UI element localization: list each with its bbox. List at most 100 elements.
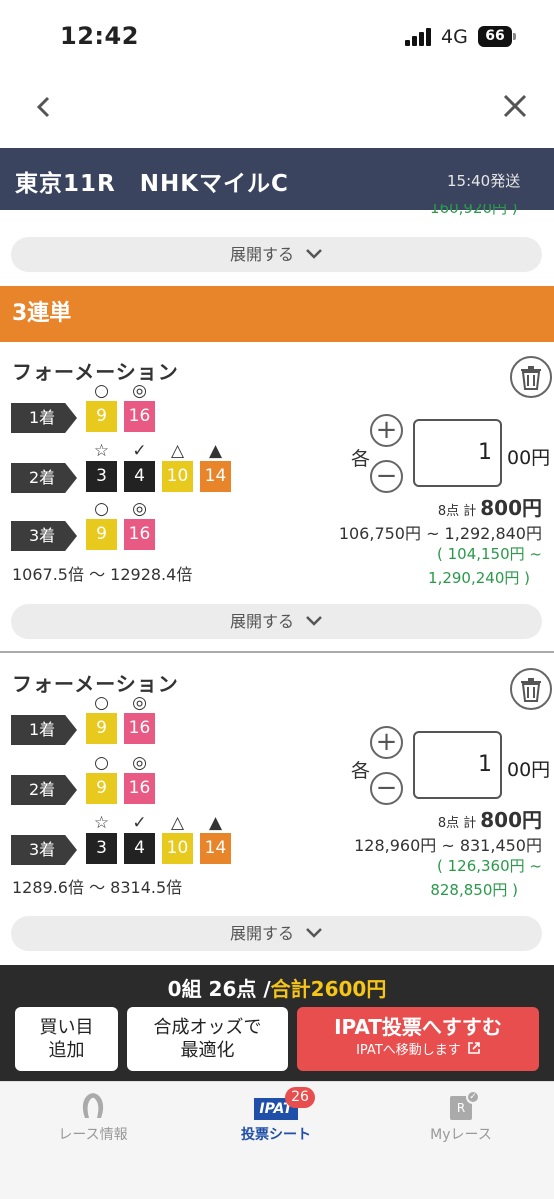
tab-bet-sheet[interactable]: IPAT 投票シート	[216, 1092, 336, 1144]
horse-mark: ☆	[93, 813, 110, 833]
section-title: 3連単	[0, 286, 554, 342]
horse-number: 10	[162, 461, 193, 492]
horse-number: 14	[200, 833, 231, 864]
payout-range: 106,750円 ~ 1,292,840円	[338, 524, 542, 543]
horse-mark: ○	[94, 381, 109, 401]
check-icon: ✓	[466, 1090, 480, 1104]
position-label: 3着	[11, 521, 77, 551]
optimize-button[interactable]: 合成オッズで 最適化	[127, 1007, 288, 1071]
minus-icon[interactable]: −	[370, 460, 403, 493]
chevron-down-icon	[306, 616, 322, 626]
horse-number: 9	[86, 713, 117, 744]
points-label: 8点 計	[437, 504, 477, 519]
bet-footer: 0組 26点 /合計2600円 買い目 追加 合成オッズで 最適化 IPAT投票…	[0, 965, 554, 1081]
horse-number: 16	[124, 519, 155, 550]
horse-mark: ◎	[132, 499, 147, 519]
clipped-payout: 160,920円 )	[430, 204, 518, 217]
points-total: 8点 計 800円	[438, 804, 542, 833]
tab-my-race[interactable]: R ✓ Myレース	[401, 1090, 521, 1144]
horse-number: 16	[124, 713, 155, 744]
position-label: 1着	[11, 715, 77, 745]
points-label: 8点 計	[437, 816, 477, 831]
amount-input[interactable]: 1	[413, 731, 502, 799]
optimize-label: 最適化	[180, 1040, 235, 1061]
expand-label: 展開する	[229, 924, 294, 943]
horse-mark: ✓	[132, 441, 147, 461]
horse-mark: ☆	[93, 441, 110, 461]
expand-button[interactable]: 展開する	[11, 916, 542, 951]
horse-number: 9	[86, 401, 117, 432]
horse-mark: ▲	[208, 441, 223, 461]
horse-number: 9	[86, 519, 117, 550]
external-link-icon	[468, 1042, 480, 1054]
nav-bar	[0, 75, 554, 145]
tab-label: Myレース	[430, 1127, 492, 1143]
total-amount: 800円	[480, 808, 542, 832]
horse-mark: ○	[94, 499, 109, 519]
back-chevron-icon[interactable]	[30, 93, 58, 121]
position-label: 1着	[11, 403, 77, 433]
battery-icon: 66	[478, 26, 516, 47]
bet-summary: 0組 26点 /合計2600円	[0, 973, 554, 1002]
horse-mark: △	[170, 813, 185, 833]
divider	[0, 651, 554, 653]
horse-mark: ○	[94, 693, 109, 713]
payout-range: 128,960円 ~ 831,450円	[354, 836, 542, 855]
post-time: 15:40発送	[447, 172, 521, 190]
ipat-button[interactable]: IPAT投票へすすむ IPATへ移動します	[297, 1007, 539, 1071]
summary-count: 0組 26点 /	[167, 977, 271, 1001]
amount-unit: 00円	[507, 759, 551, 781]
status-bar: 12:42 4G 66	[0, 0, 554, 75]
amount-unit: 00円	[507, 447, 551, 469]
horse-number: 14	[200, 461, 231, 492]
horse-number: 4	[124, 833, 155, 864]
total-amount: 800円	[480, 496, 542, 520]
ipat-sublabel: IPATへ移動します	[356, 1043, 461, 1058]
ipat-label: IPAT投票へすすむ	[334, 1015, 502, 1039]
network-type: 4G	[441, 26, 468, 48]
position-label: 3着	[11, 835, 77, 865]
trash-icon[interactable]	[510, 668, 552, 710]
expand-button[interactable]: 展開する	[11, 604, 542, 639]
payout-alt: ( 104,150円 ~	[437, 545, 542, 563]
horse-number: 3	[86, 461, 117, 492]
each-label: 各	[351, 448, 371, 470]
expand-label: 展開する	[229, 245, 294, 264]
add-bet-label: 買い目	[39, 1017, 94, 1038]
badge-count: 26	[285, 1087, 315, 1108]
race-header: 東京11R NHKマイルC 15:40発送	[0, 148, 554, 210]
horse-number: 3	[86, 833, 117, 864]
plus-icon[interactable]: +	[370, 414, 403, 447]
horse-mark: △	[170, 441, 185, 461]
position-label: 2着	[11, 775, 77, 805]
odds-range: 1067.5倍 〜 12928.4倍	[12, 565, 193, 584]
horse-mark: ◎	[132, 381, 147, 401]
horse-number: 9	[86, 773, 117, 804]
horse-mark: ◎	[132, 693, 147, 713]
horse-number: 4	[124, 461, 155, 492]
add-bet-label: 追加	[48, 1040, 85, 1061]
tab-race-info[interactable]: レース情報	[33, 1092, 153, 1144]
add-bet-button[interactable]: 買い目 追加	[15, 1007, 118, 1071]
expand-button[interactable]: 展開する	[11, 237, 542, 272]
chevron-down-icon	[306, 928, 322, 938]
horse-mark: ✓	[132, 813, 147, 833]
horse-number: 16	[124, 401, 155, 432]
tab-label: レース情報	[58, 1127, 128, 1143]
status-time: 12:42	[60, 22, 139, 50]
plus-icon[interactable]: +	[370, 726, 403, 759]
horseshoe-icon	[82, 1093, 104, 1118]
trash-icon[interactable]	[510, 356, 552, 398]
summary-total: 合計2600円	[270, 977, 387, 1001]
amount-input[interactable]: 1	[413, 419, 502, 487]
payout-alt: 828,850円 )	[430, 881, 518, 899]
horse-mark: ◎	[132, 753, 147, 773]
minus-icon[interactable]: −	[370, 772, 403, 805]
my-race-icon: R ✓	[450, 1090, 480, 1120]
horse-mark: ▲	[208, 813, 223, 833]
horse-number: 16	[124, 773, 155, 804]
close-icon[interactable]	[500, 91, 530, 121]
chevron-down-icon	[306, 249, 322, 259]
expand-label: 展開する	[229, 612, 294, 631]
tab-bar: レース情報 IPAT 投票シート 26 R ✓ Myレース	[0, 1081, 554, 1199]
